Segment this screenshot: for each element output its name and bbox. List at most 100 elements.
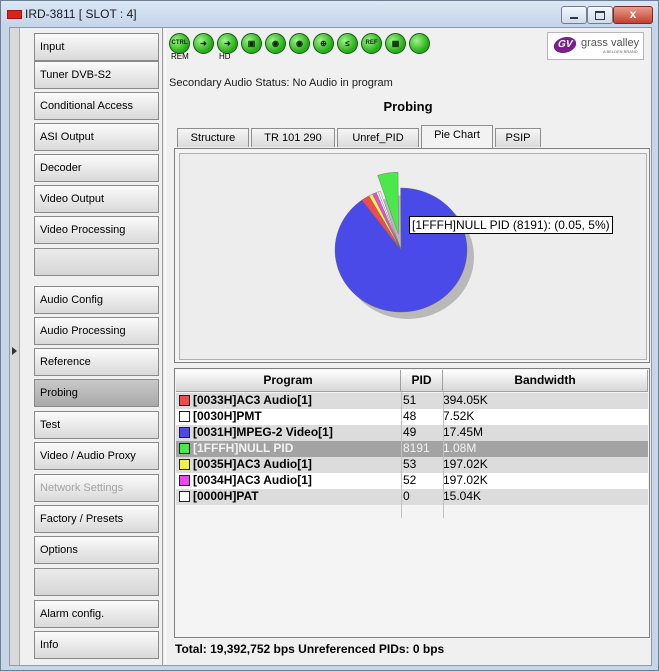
- sidebar-item-alarm-config[interactable]: Alarm config.: [34, 600, 159, 628]
- bandwidth-cell: 197.02K: [443, 473, 488, 487]
- column-header-program[interactable]: Program: [176, 370, 401, 392]
- minimize-button[interactable]: [561, 6, 587, 24]
- test-pattern-icon[interactable]: ▦: [385, 33, 406, 54]
- less-equal-icon[interactable]: ≤: [337, 33, 358, 54]
- table-row[interactable]: [0000H]PAT 0 15.04K: [176, 489, 648, 505]
- ctrl-icon[interactable]: CTRL: [169, 33, 190, 54]
- pid-cell: 48: [403, 409, 417, 423]
- status-ok-icon[interactable]: [409, 33, 430, 54]
- sidebar-item-test[interactable]: Test: [34, 411, 159, 439]
- tab-pie-chart[interactable]: Pie Chart: [421, 125, 493, 148]
- table-row[interactable]: [0030H]PMT 48 7.52K: [176, 409, 648, 425]
- window-title: IRD-3811 [ SLOT : 4]: [25, 7, 137, 21]
- table-row[interactable]: [0034H]AC3 Audio[1] 52 197.02K: [176, 473, 648, 489]
- bandwidth-cell: 7.52K: [443, 409, 475, 423]
- bandwidth-cell: 197.02K: [443, 457, 488, 471]
- program-cell: [0035H]AC3 Audio[1]: [193, 457, 312, 471]
- sidebar-item-reference[interactable]: Reference: [34, 348, 159, 376]
- logo-name: grass valley: [581, 37, 640, 49]
- sidebar-item-conditional-access[interactable]: Conditional Access: [34, 92, 159, 120]
- table-header: Program PID Bandwidth: [176, 370, 648, 392]
- series-color-swatch: [179, 395, 190, 406]
- lock-icon[interactable]: ⊕: [313, 33, 334, 54]
- pie-tooltip: [1FFFH]NULL PID (8191): (0.05, 5%): [409, 216, 613, 234]
- pid-cell: 51: [403, 393, 417, 407]
- pid-cell: 0: [403, 489, 410, 503]
- sidebar-item-video-audio-proxy[interactable]: Video / Audio Proxy: [34, 442, 159, 470]
- tab-structure[interactable]: Structure: [177, 128, 249, 147]
- sidebar-item-empty: [34, 248, 159, 276]
- series-color-swatch: [179, 443, 190, 454]
- ref-icon[interactable]: REF: [361, 33, 382, 54]
- pid-cell: 49: [403, 425, 417, 439]
- column-divider: [401, 392, 402, 518]
- sidebar-item-video-processing[interactable]: Video Processing: [34, 216, 159, 244]
- sidebar-item-video-output[interactable]: Video Output: [34, 185, 159, 213]
- hd-arrow-icon[interactable]: ➜: [217, 33, 238, 54]
- main-panel: CTRL REM ➜ ➜ HD ▣ ◉ ◉ ⊕ ≤ REF ▦ GV grass valley A B…: [165, 28, 651, 665]
- sidebar-nav: Input Tuner DVB-S2 Conditional Access ASI O…: [20, 28, 161, 665]
- title-bar[interactable]: IRD-3811 [ SLOT : 4] x: [1, 1, 658, 27]
- sidebar-item-empty: [34, 568, 159, 596]
- maximize-button[interactable]: [587, 6, 613, 24]
- secondary-audio-status: Secondary Audio Status: No Audio in prog…: [169, 77, 393, 89]
- bandwidth-cell: 17.45M: [443, 425, 484, 439]
- audio-1-icon[interactable]: ◉: [265, 33, 286, 54]
- video-icon[interactable]: ▣: [241, 33, 262, 54]
- logo-subtitle: A BELDEN BRAND: [603, 49, 638, 54]
- pid-table: Program PID Bandwidth [0033H]AC3 Audio[1…: [174, 368, 650, 638]
- bandwidth-cell: 15.04K: [443, 489, 482, 503]
- sidebar-item-asi-output[interactable]: ASI Output: [34, 123, 159, 151]
- sidebar-item-tuner-dvb-s2[interactable]: Tuner DVB-S2: [34, 61, 159, 89]
- table-row[interactable]: [0031H]MPEG-2 Video[1] 49 17.45M: [176, 425, 648, 441]
- tab-tr-101-290[interactable]: TR 101 290: [251, 128, 335, 147]
- program-cell: [0030H]PMT: [193, 409, 262, 423]
- expand-arrow-icon: [12, 347, 17, 355]
- column-header-bandwidth[interactable]: Bandwidth: [443, 370, 648, 392]
- pid-cell: 52: [403, 473, 417, 487]
- page-title: Probing: [383, 99, 433, 114]
- grass-valley-logo: GV grass valley A BELDEN BRAND: [547, 32, 644, 60]
- bandwidth-cell: 394.05K: [443, 393, 488, 407]
- series-color-swatch: [179, 475, 190, 486]
- close-button[interactable]: x: [613, 6, 653, 24]
- series-color-swatch: [179, 411, 190, 422]
- bandwidth-totals: Total: 19,392,752 bps Unreferenced PIDs:…: [175, 642, 445, 656]
- pid-cell: 53: [403, 457, 417, 471]
- sidebar-item-network-settings: Network Settings: [34, 474, 159, 502]
- bandwidth-cell: 1.08M: [443, 441, 477, 455]
- app-window: IRD-3811 [ SLOT : 4] x Input Tuner DVB-S2…: [0, 0, 659, 671]
- program-cell: [0034H]AC3 Audio[1]: [193, 473, 312, 487]
- pid-cell: 8191: [403, 441, 430, 455]
- status-icon-label: REM: [171, 52, 189, 61]
- client-area: Input Tuner DVB-S2 Conditional Access ASI O…: [9, 27, 652, 666]
- sidebar-item-audio-config[interactable]: Audio Config: [34, 286, 159, 314]
- input-arrow-icon[interactable]: ➜: [193, 33, 214, 54]
- table-row[interactable]: [0033H]AC3 Audio[1] 51 394.05K: [176, 393, 648, 409]
- program-cell: [1FFFH]NULL PID: [193, 441, 294, 455]
- status-icon-label: HD: [219, 52, 231, 61]
- pie-chart: [334, 172, 474, 319]
- program-cell: [0033H]AC3 Audio[1]: [193, 393, 312, 407]
- sidebar-item-options[interactable]: Options: [34, 536, 159, 564]
- sidebar-item-audio-processing[interactable]: Audio Processing: [34, 317, 159, 345]
- pie-chart-panel: [1FFFH]NULL PID (8191): (0.05, 5%): [174, 148, 650, 363]
- program-cell: [0031H]MPEG-2 Video[1]: [193, 425, 333, 439]
- tab-unref-pid[interactable]: Unref_PID: [337, 128, 419, 147]
- table-row[interactable]: [1FFFH]NULL PID 8191 1.08M: [176, 441, 648, 457]
- sidebar-item-probing[interactable]: Probing: [34, 379, 159, 407]
- column-header-pid[interactable]: PID: [401, 370, 443, 392]
- sidebar-item-decoder[interactable]: Decoder: [34, 154, 159, 182]
- table-row[interactable]: [0035H]AC3 Audio[1] 53 197.02K: [176, 457, 648, 473]
- sidebar-item-factory-presets[interactable]: Factory / Presets: [34, 505, 159, 533]
- series-color-swatch: [179, 491, 190, 502]
- sidebar-item-info[interactable]: Info: [34, 631, 159, 659]
- series-color-swatch: [179, 427, 190, 438]
- tab-psip[interactable]: PSIP: [495, 128, 541, 147]
- series-color-swatch: [179, 459, 190, 470]
- collapse-handle[interactable]: [10, 28, 20, 665]
- column-divider: [443, 392, 444, 518]
- sidebar-item-input[interactable]: Input: [34, 33, 159, 61]
- audio-2-icon[interactable]: ◉: [289, 33, 310, 54]
- program-cell: [0000H]PAT: [193, 489, 259, 503]
